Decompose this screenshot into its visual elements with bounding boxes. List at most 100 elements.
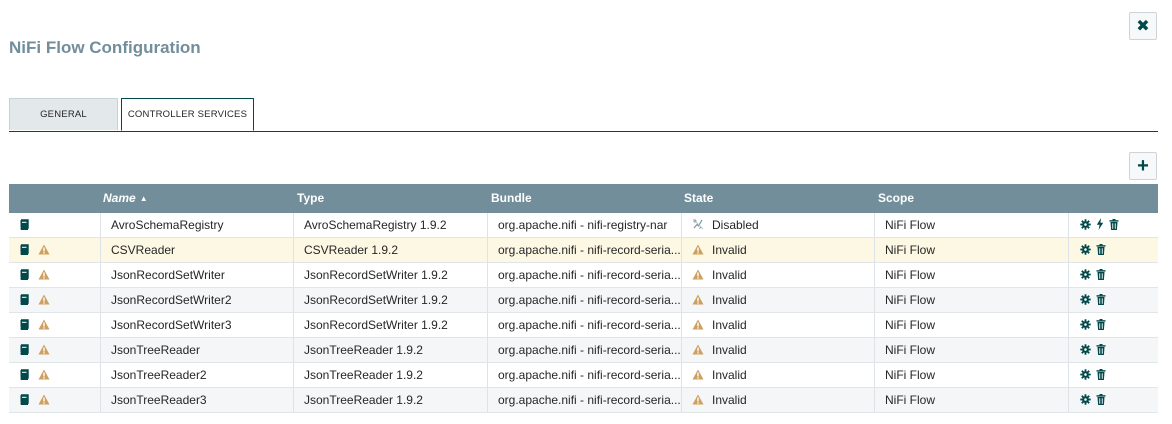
configure-button[interactable] [1080, 214, 1091, 237]
tab-general[interactable]: GENERAL [9, 98, 118, 130]
trash-icon [1096, 318, 1106, 333]
controller-services-table: Name ▲ Type Bundle State Scope AvroSchema… [9, 184, 1158, 413]
cell-type: JsonTreeReader 1.9.2 [293, 338, 487, 362]
gear-icon [1080, 319, 1091, 333]
trash-icon [1096, 343, 1106, 358]
delete-button[interactable] [1096, 389, 1106, 412]
cell-type: JsonRecordSetWriter 1.9.2 [293, 288, 487, 312]
state-label: Invalid [712, 393, 747, 407]
warning-icon[interactable] [38, 264, 50, 287]
cell-scope: NiFi Flow [874, 288, 1068, 312]
row-actions [1068, 313, 1158, 337]
usage-book-icon[interactable] [19, 264, 30, 287]
state-label: Invalid [712, 293, 747, 307]
configure-button[interactable] [1080, 314, 1091, 337]
column-header-type[interactable]: Type [293, 184, 487, 213]
invalid-state-icon [692, 389, 704, 412]
warning-icon[interactable] [38, 314, 50, 337]
usage-book-icon[interactable] [19, 314, 30, 337]
configure-button[interactable] [1080, 264, 1091, 287]
configure-button[interactable] [1080, 364, 1091, 387]
column-header-icons [9, 184, 100, 213]
delete-button[interactable] [1096, 314, 1106, 337]
cell-bundle: org.apache.nifi - nifi-record-seria... [487, 363, 681, 387]
cell-scope: NiFi Flow [874, 213, 1068, 237]
configure-button[interactable] [1080, 339, 1091, 362]
cell-name: AvroSchemaRegistry [100, 213, 293, 237]
column-header-name[interactable]: Name ▲ [100, 184, 293, 213]
usage-book-icon[interactable] [19, 239, 30, 262]
cell-type: JsonTreeReader 1.9.2 [293, 363, 487, 387]
cell-state: Invalid [681, 338, 874, 362]
usage-book-icon[interactable] [19, 214, 30, 237]
cell-type: AvroSchemaRegistry 1.9.2 [293, 213, 487, 237]
row-actions [1068, 263, 1158, 287]
cell-bundle: org.apache.nifi - nifi-record-seria... [487, 313, 681, 337]
cell-state: Invalid [681, 288, 874, 312]
state-label: Invalid [712, 368, 747, 382]
table-row[interactable]: JsonRecordSetWriter3 JsonRecordSetWriter … [9, 313, 1158, 338]
cell-bundle: org.apache.nifi - nifi-registry-nar [487, 213, 681, 237]
table-body: AvroSchemaRegistry AvroSchemaRegistry 1.9… [9, 213, 1158, 413]
table-row[interactable]: JsonTreeReader3 JsonTreeReader 1.9.2 org.a… [9, 388, 1158, 413]
trash-icon [1096, 243, 1106, 258]
tab-bar: GENERAL CONTROLLER SERVICES [9, 98, 1158, 132]
warning-icon[interactable] [38, 364, 50, 387]
enable-button[interactable] [1096, 214, 1104, 237]
cell-type: JsonRecordSetWriter 1.9.2 [293, 263, 487, 287]
dialog-title: NiFi Flow Configuration [9, 38, 201, 57]
add-controller-service-button[interactable]: + [1129, 152, 1157, 180]
cell-state: Invalid [681, 388, 874, 412]
warning-icon[interactable] [38, 339, 50, 362]
row-icons [9, 213, 100, 237]
state-label: Disabled [712, 218, 759, 232]
cell-state: Invalid [681, 363, 874, 387]
table-row[interactable]: AvroSchemaRegistry AvroSchemaRegistry 1.9… [9, 213, 1158, 238]
column-header-scope[interactable]: Scope [874, 184, 1068, 213]
invalid-state-icon [692, 264, 704, 287]
row-actions [1068, 338, 1158, 362]
trash-icon [1096, 268, 1106, 283]
delete-button[interactable] [1096, 339, 1106, 362]
usage-book-icon[interactable] [19, 339, 30, 362]
invalid-state-icon [692, 314, 704, 337]
warning-icon[interactable] [38, 239, 50, 262]
delete-button[interactable] [1096, 364, 1106, 387]
warning-icon[interactable] [38, 389, 50, 412]
delete-button[interactable] [1096, 289, 1106, 312]
state-label: Invalid [712, 343, 747, 357]
delete-button[interactable] [1109, 214, 1119, 237]
table-row[interactable]: JsonTreeReader2 JsonTreeReader 1.9.2 org.a… [9, 363, 1158, 388]
warning-icon[interactable] [38, 289, 50, 312]
delete-button[interactable] [1096, 239, 1106, 262]
gear-icon [1080, 244, 1091, 258]
column-header-name-label: Name [103, 191, 136, 205]
table-row[interactable]: JsonRecordSetWriter2 JsonRecordSetWriter … [9, 288, 1158, 313]
cell-state: Disabled [681, 213, 874, 237]
cell-state: Invalid [681, 313, 874, 337]
column-header-actions [1068, 184, 1158, 213]
table-row[interactable]: CSVReader CSVReader 1.9.2 org.apache.nifi … [9, 238, 1158, 263]
close-button[interactable]: ✖ [1129, 12, 1157, 40]
cell-bundle: org.apache.nifi - nifi-record-seria... [487, 288, 681, 312]
gear-icon [1080, 344, 1091, 358]
usage-book-icon[interactable] [19, 364, 30, 387]
cell-scope: NiFi Flow [874, 363, 1068, 387]
configure-button[interactable] [1080, 239, 1091, 262]
column-header-bundle[interactable]: Bundle [487, 184, 681, 213]
cell-scope: NiFi Flow [874, 388, 1068, 412]
gear-icon [1080, 294, 1091, 308]
cell-bundle: org.apache.nifi - nifi-record-seria... [487, 263, 681, 287]
table-row[interactable]: JsonTreeReader JsonTreeReader 1.9.2 org.ap… [9, 338, 1158, 363]
state-label: Invalid [712, 243, 747, 257]
table-row[interactable]: JsonRecordSetWriter JsonRecordSetWriter 1… [9, 263, 1158, 288]
cell-scope: NiFi Flow [874, 263, 1068, 287]
configure-button[interactable] [1080, 389, 1091, 412]
tab-controller-services[interactable]: CONTROLLER SERVICES [121, 98, 254, 131]
delete-button[interactable] [1096, 264, 1106, 287]
usage-book-icon[interactable] [19, 289, 30, 312]
column-header-state[interactable]: State [681, 184, 874, 213]
usage-book-icon[interactable] [19, 389, 30, 412]
row-icons [9, 313, 100, 337]
configure-button[interactable] [1080, 289, 1091, 312]
